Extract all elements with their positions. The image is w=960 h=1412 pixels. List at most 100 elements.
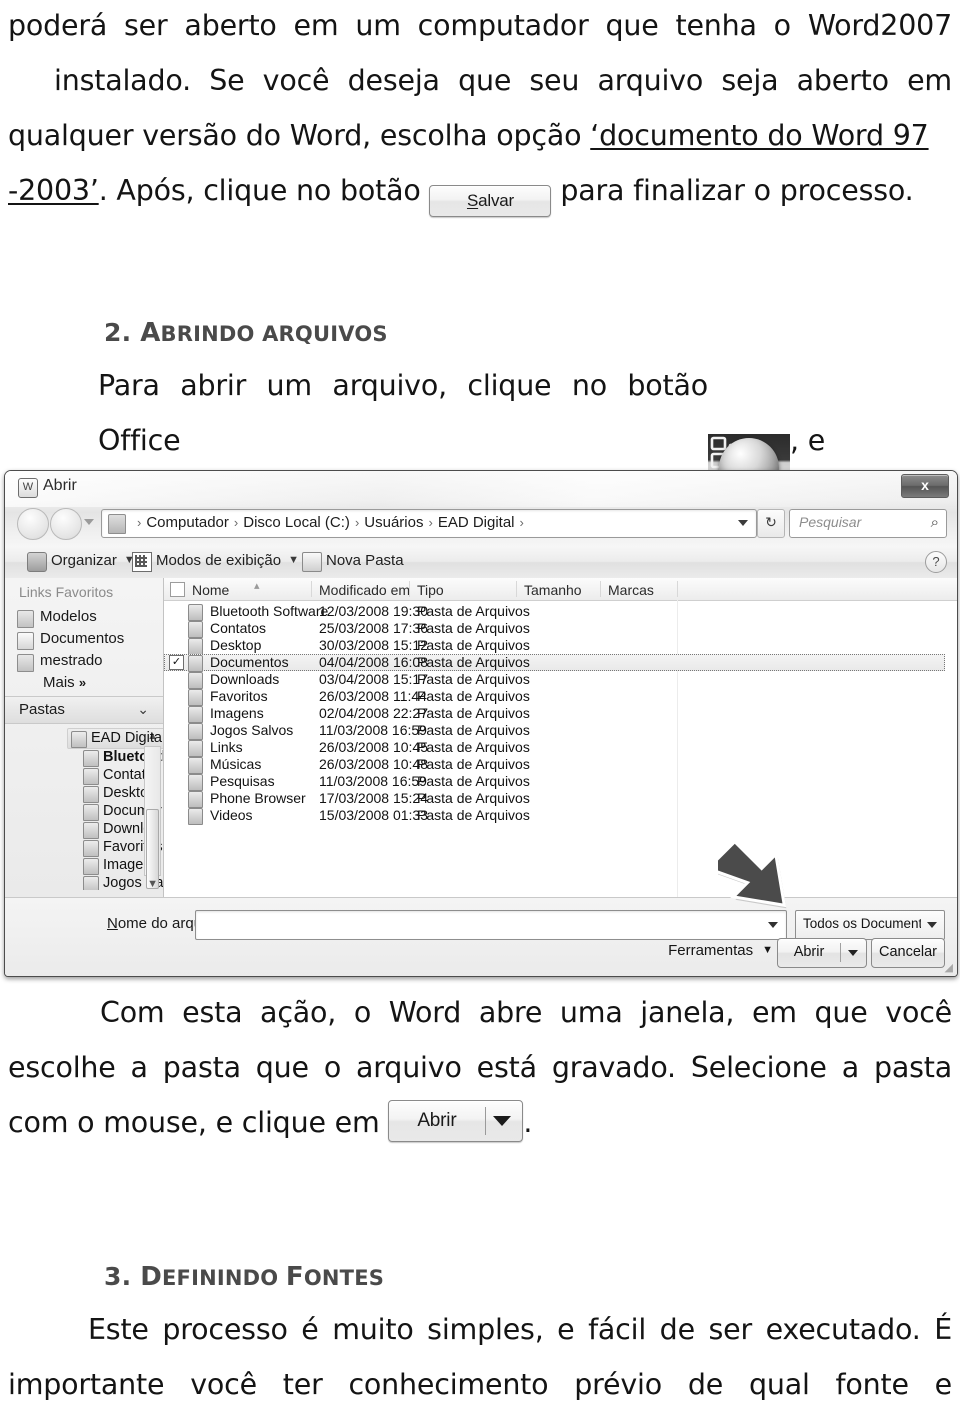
table-row[interactable]: Downloads 03/04/2008 15:17 Pasta de Arqu… xyxy=(164,671,957,689)
new-folder-button[interactable]: Nova Pasta xyxy=(326,552,404,569)
folder-icon xyxy=(17,610,34,628)
button-divider xyxy=(485,1107,487,1135)
file-type: Pasta de Arquivos xyxy=(417,807,530,823)
file-modified: 03/04/2008 15:17 xyxy=(319,671,428,687)
file-name: Contatos xyxy=(210,620,267,636)
folder-icon xyxy=(188,672,203,689)
paragraph-line-3-underlined: ‘documento do Word 97 xyxy=(590,119,929,152)
column-header-marcas[interactable]: Marcas xyxy=(608,582,654,598)
table-row[interactable]: Imagens 02/04/2008 22:27 Pasta de Arquiv… xyxy=(164,705,957,723)
paragraph-line-4-underlined: -2003’ xyxy=(8,174,99,207)
search-input[interactable]: Pesquisar ⌕ xyxy=(789,509,947,538)
resize-grip-icon[interactable]: ◢ xyxy=(945,961,953,974)
folder-icon xyxy=(188,740,203,757)
file-type: Pasta de Arquivos xyxy=(417,756,530,772)
column-divider[interactable] xyxy=(409,581,410,597)
open-button[interactable]: Abrir xyxy=(777,938,867,968)
chevron-down-icon[interactable] xyxy=(848,950,858,956)
table-row[interactable]: Bluetooth Software 12/03/2008 19:30 Past… xyxy=(164,603,957,621)
file-list-header: Nome ▴ Modificado em Tipo Tamanho Marcas xyxy=(164,578,957,601)
table-row-selected[interactable]: ✓ Documentos 04/04/2008 16:08 Pasta de A… xyxy=(164,654,945,672)
paragraph-after-dialog: Com esta ação, o Word abre uma janela, e… xyxy=(8,985,952,1150)
breadcrumb-item-1[interactable]: Disco Local (C:) xyxy=(243,514,350,531)
select-all-checkbox[interactable] xyxy=(170,582,185,597)
column-header-modificado[interactable]: Modificado em xyxy=(319,582,410,598)
table-row[interactable]: Desktop 30/03/2008 15:12 Pasta de Arquiv… xyxy=(164,637,957,655)
table-row[interactable]: Jogos Salvos 11/03/2008 16:59 Pasta de A… xyxy=(164,722,957,740)
folder-tree-scrollbar[interactable] xyxy=(144,746,161,889)
table-row[interactable]: Phone Browser 17/03/2008 15:24 Pasta de … xyxy=(164,790,957,808)
breadcrumb-item-2[interactable]: Usuários xyxy=(364,514,423,531)
paragraph-intro: poderá ser aberto em um computador que t… xyxy=(8,0,952,218)
dialog-command-bar: Organizar ▼ Modos de exibição ▼ Nova Pasta… xyxy=(5,546,957,579)
file-type: Pasta de Arquivos xyxy=(417,739,530,755)
abrir-split-button[interactable]: Abrir xyxy=(388,1100,524,1142)
after-dialog-line-2: escolhe a pasta que o arquivo está grava… xyxy=(8,1051,952,1084)
close-icon[interactable]: x xyxy=(901,474,949,498)
salvar-button[interactable]: Salvar xyxy=(429,185,552,217)
refresh-icon[interactable]: ↻ xyxy=(757,509,785,538)
file-name: Favoritos xyxy=(210,688,268,704)
new-folder-label: Nova Pasta xyxy=(326,552,404,569)
organize-button[interactable]: Organizar ▼ xyxy=(51,552,135,569)
table-row[interactable]: Músicas 26/03/2008 10:48 Pasta de Arquiv… xyxy=(164,756,957,774)
address-bar[interactable]: › Computador › Disco Local (C:) › Usuários › EA… xyxy=(101,509,757,538)
sidebar-more-button[interactable]: Mais » xyxy=(43,674,86,691)
back-button[interactable] xyxy=(17,508,49,540)
documents-folder-icon xyxy=(17,632,34,650)
breadcrumb-sep-4: › xyxy=(519,515,524,530)
views-button[interactable]: Modos de exibição ▼ xyxy=(156,552,299,569)
column-header-tamanho[interactable]: Tamanho xyxy=(524,582,582,598)
section-2-number: 2. xyxy=(104,318,132,347)
file-modified: 30/03/2008 15:12 xyxy=(319,637,428,653)
tools-button[interactable]: Ferramentas ▼ xyxy=(668,942,773,959)
chevron-down-icon[interactable] xyxy=(493,1116,512,1126)
scroll-down-icon[interactable]: ▼ xyxy=(147,878,158,890)
row-checkbox[interactable]: ✓ xyxy=(169,655,184,670)
section-3-title-initial: D xyxy=(140,1262,162,1292)
file-type: Pasta de Arquivos xyxy=(417,688,530,704)
abrir-label: Abrir xyxy=(417,1110,457,1131)
folders-pane-header[interactable]: Pastas ⌄ xyxy=(5,696,163,724)
folder-icon xyxy=(17,654,34,672)
column-divider[interactable] xyxy=(677,581,678,597)
sidebar-item-label: mestrado xyxy=(40,652,103,669)
table-row[interactable]: Favoritos 26/03/2008 11:44 Pasta de Arqu… xyxy=(164,688,957,706)
file-type: Pasta de Arquivos xyxy=(417,722,530,738)
table-row[interactable]: Contatos 25/03/2008 17:36 Pasta de Arqui… xyxy=(164,620,957,638)
recent-locations-icon[interactable] xyxy=(84,519,94,525)
help-icon[interactable]: ? xyxy=(925,551,947,573)
column-header-nome[interactable]: Nome xyxy=(192,582,229,598)
cancel-button[interactable]: Cancelar xyxy=(871,938,945,968)
file-modified: 26/03/2008 11:44 xyxy=(319,688,427,704)
section-3-title-initial-2: F xyxy=(285,1262,304,1292)
section-2-title-initial: A xyxy=(140,318,161,348)
file-modified: 15/03/2008 01:33 xyxy=(319,807,428,823)
column-header-tipo[interactable]: Tipo xyxy=(417,582,444,598)
folders-header-label: Pastas xyxy=(19,701,65,718)
table-row[interactable]: Videos 15/03/2008 01:33 Pasta de Arquivo… xyxy=(164,807,957,825)
column-divider[interactable] xyxy=(311,581,312,597)
file-type: Pasta de Arquivos xyxy=(417,654,530,670)
folder-icon xyxy=(188,604,203,621)
annotation-arrow-icon xyxy=(718,839,787,909)
favorites-header: Links Favoritos xyxy=(19,584,114,600)
dialog-navigation-bar: › Computador › Disco Local (C:) › Usuários › EA… xyxy=(5,505,957,545)
section-3-title-rest: EFININDO xyxy=(162,1266,286,1290)
breadcrumb-sep-2: › xyxy=(354,515,360,530)
new-folder-icon xyxy=(302,552,322,572)
forward-button[interactable] xyxy=(50,508,82,540)
column-divider[interactable] xyxy=(600,581,601,597)
filename-input[interactable] xyxy=(195,910,787,940)
breadcrumb-item-0[interactable]: Computador xyxy=(146,514,229,531)
dialog-titlebar[interactable]: W Abrir x xyxy=(5,471,957,505)
breadcrumb-item-3[interactable]: EAD Digital xyxy=(438,514,515,531)
file-name: Imagens xyxy=(210,705,264,721)
chevron-down-icon[interactable] xyxy=(738,520,748,526)
table-row[interactable]: Links 26/03/2008 10:45 Pasta de Arquivos xyxy=(164,739,957,757)
scrollbar-thumb[interactable] xyxy=(146,809,159,889)
file-name: Jogos Salvos xyxy=(210,722,294,738)
section-2-heading: 2. ABRINDO ARQUIVOS xyxy=(104,318,388,348)
table-row[interactable]: Pesquisas 11/03/2008 16:59 Pasta de Arqu… xyxy=(164,773,957,791)
column-divider[interactable] xyxy=(516,581,517,597)
